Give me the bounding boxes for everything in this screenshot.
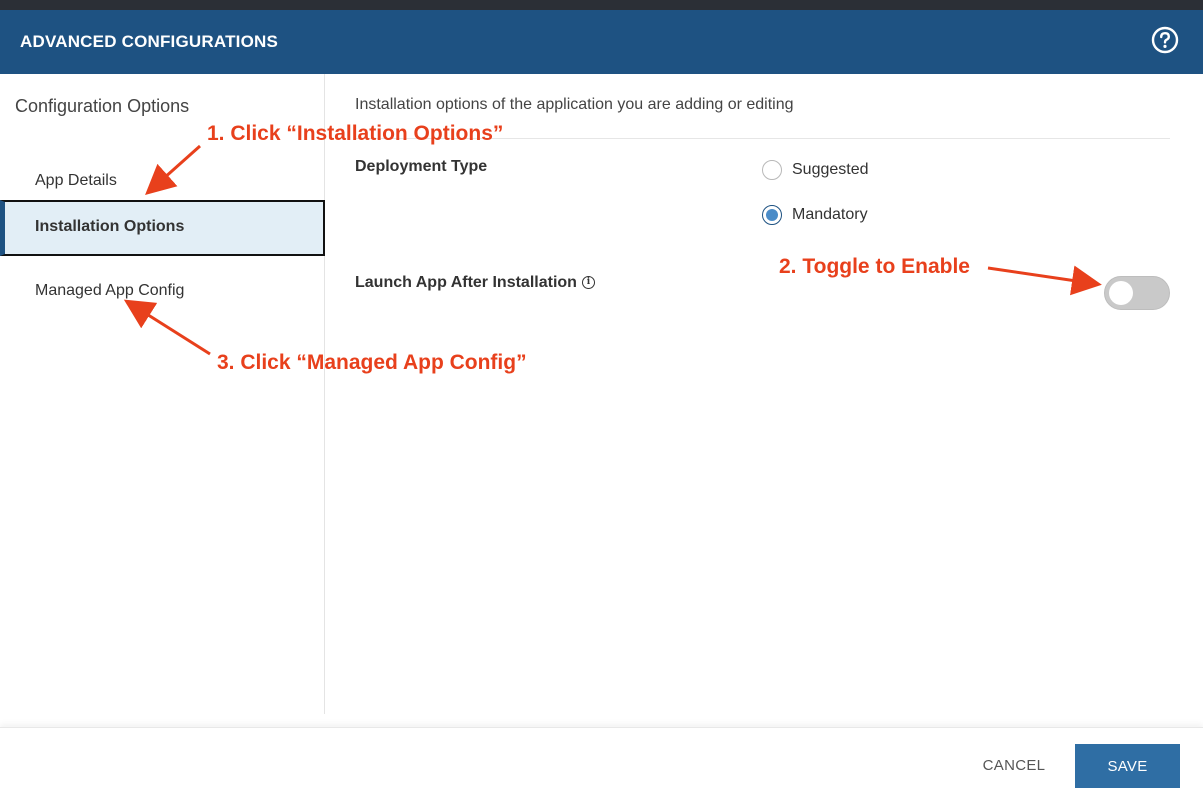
- save-button[interactable]: SAVE: [1075, 744, 1180, 788]
- annotation-step-1: 1. Click “Installation Options”: [207, 122, 504, 145]
- question-circle-icon[interactable]: [1151, 26, 1179, 54]
- sidebar-item-installation-options[interactable]: Installation Options: [0, 200, 325, 256]
- configuration-sidebar: Configuration Options App Details Instal…: [0, 74, 325, 714]
- radio-mandatory-circle[interactable]: [762, 205, 782, 225]
- panel-description: Installation options of the application …: [355, 96, 794, 113]
- radio-suggested-circle[interactable]: [762, 160, 782, 180]
- deployment-type-label: Deployment Type: [355, 158, 488, 175]
- cancel-button[interactable]: CANCEL: [968, 746, 1060, 784]
- sidebar-item-label: App Details: [35, 172, 117, 189]
- backdrop: [0, 0, 1203, 10]
- sidebar-item-label: Installation Options: [35, 218, 185, 235]
- launch-app-label: Launch App After Installation: [355, 274, 577, 291]
- launch-app-toggle[interactable]: [1104, 276, 1170, 310]
- sidebar-heading: Configuration Options: [15, 96, 190, 116]
- radio-suggested-label: Suggested: [792, 161, 869, 178]
- modal-footer: CANCEL SAVE: [0, 727, 1203, 801]
- modal-title: ADVANCED CONFIGURATIONS: [20, 32, 279, 51]
- info-circle-icon[interactable]: i: [581, 276, 595, 290]
- installation-options-panel: Installation options of the application …: [326, 74, 1203, 714]
- sidebar-item-label: Managed App Config: [35, 282, 185, 299]
- radio-mandatory-label: Mandatory: [792, 206, 868, 223]
- annotation-step-3: 3. Click “Managed App Config”: [217, 351, 527, 374]
- toggle-knob: [1109, 281, 1133, 305]
- advanced-configurations-modal: ADVANCED CONFIGURATIONS Configuration Op…: [0, 10, 1203, 801]
- modal-header: ADVANCED CONFIGURATIONS: [0, 10, 1203, 74]
- sidebar-item-managed-app-config[interactable]: Managed App Config: [0, 264, 325, 320]
- launch-app-label-row: Launch App After Installation i: [355, 274, 595, 292]
- annotation-step-2: 2. Toggle to Enable: [779, 255, 970, 278]
